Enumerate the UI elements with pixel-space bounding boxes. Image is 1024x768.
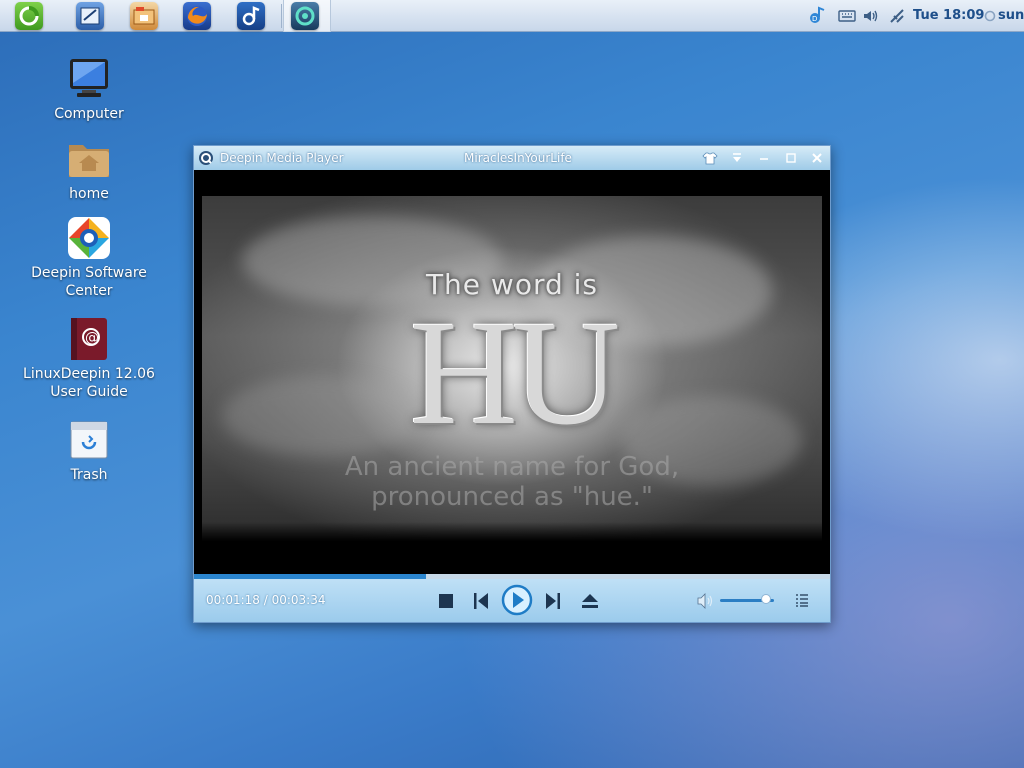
desktop-icon-label: home xyxy=(69,186,109,202)
control-bar: 00:01:18 / 00:03:34 xyxy=(194,579,830,622)
next-button[interactable] xyxy=(545,592,561,610)
video-frame: The word is HU An ancient name for God, … xyxy=(202,196,822,546)
desktop-icon-label: Trash xyxy=(70,467,108,483)
volume-tray-icon[interactable] xyxy=(862,7,880,25)
desktop-icon-label: LinuxDeepin 12.06 User Guide xyxy=(23,366,155,400)
volume-slider-handle[interactable] xyxy=(760,594,771,604)
clock[interactable]: Tue 18:09 xyxy=(913,8,984,23)
firefox-icon[interactable] xyxy=(183,2,211,30)
eject-button[interactable] xyxy=(581,593,599,609)
svg-text:@: @ xyxy=(85,330,99,346)
volume-icon[interactable] xyxy=(697,593,715,609)
deepin-music-icon[interactable] xyxy=(237,2,265,30)
software-center-icon xyxy=(67,216,111,260)
previous-button[interactable] xyxy=(473,592,489,610)
media-player-window: Deepin Media Player MiraclesInYourLife T… xyxy=(193,145,831,623)
top-panel: D Tue 18:09 sun xyxy=(0,0,1024,32)
file-title: MiraclesInYourLife xyxy=(464,151,572,165)
video-area[interactable]: The word is HU An ancient name for God, … xyxy=(194,170,830,574)
network-icon[interactable] xyxy=(888,7,906,25)
video-caption-line4: pronounced as "hue." xyxy=(371,482,653,512)
deepin-media-player-icon[interactable] xyxy=(291,2,319,30)
video-horizon xyxy=(202,522,822,546)
home-folder-icon xyxy=(67,137,111,181)
desktop-icon-software-center[interactable]: Deepin Software Center xyxy=(19,216,159,300)
panel-separator xyxy=(281,4,282,28)
player-logo-icon xyxy=(198,150,214,166)
trash-icon xyxy=(67,418,111,462)
video-caption-hu: HU xyxy=(409,290,621,456)
music-tray-icon[interactable]: D xyxy=(808,6,826,24)
menu-dropdown-icon[interactable] xyxy=(729,150,745,166)
desktop-icon-user-guide[interactable]: @ LinuxDeepin 12.06 User Guide xyxy=(19,317,159,401)
text-editor-icon[interactable] xyxy=(76,2,104,30)
close-button[interactable] xyxy=(809,150,825,166)
keyboard-icon[interactable] xyxy=(838,7,856,25)
time-display: 00:01:18 / 00:03:34 xyxy=(206,593,326,607)
desktop-icon-trash[interactable]: Trash xyxy=(19,418,159,484)
title-bar[interactable]: Deepin Media Player MiraclesInYourLife xyxy=(194,146,830,170)
playlist-icon[interactable] xyxy=(795,593,809,607)
desktop-icon-label: Computer xyxy=(54,106,124,122)
desktop-icon-computer[interactable]: Computer xyxy=(19,57,159,123)
computer-icon xyxy=(67,57,111,101)
file-manager-icon[interactable] xyxy=(130,2,158,30)
play-button[interactable] xyxy=(501,584,533,616)
user-guide-book-icon: @ xyxy=(67,317,111,361)
deepin-launcher-icon[interactable] xyxy=(15,2,43,30)
svg-text:D: D xyxy=(812,15,817,23)
video-caption-line3: An ancient name for God, xyxy=(344,452,680,482)
desktop-icon-label: Deepin Software Center xyxy=(31,265,147,299)
desktop-icon-home[interactable]: home xyxy=(19,137,159,203)
minimize-button[interactable] xyxy=(756,150,772,166)
user-icon xyxy=(984,10,996,22)
user-name[interactable]: sun xyxy=(998,8,1024,23)
stop-button[interactable] xyxy=(438,593,454,609)
maximize-button[interactable] xyxy=(783,150,799,166)
skin-button[interactable] xyxy=(702,150,718,166)
app-title: Deepin Media Player xyxy=(220,151,344,165)
